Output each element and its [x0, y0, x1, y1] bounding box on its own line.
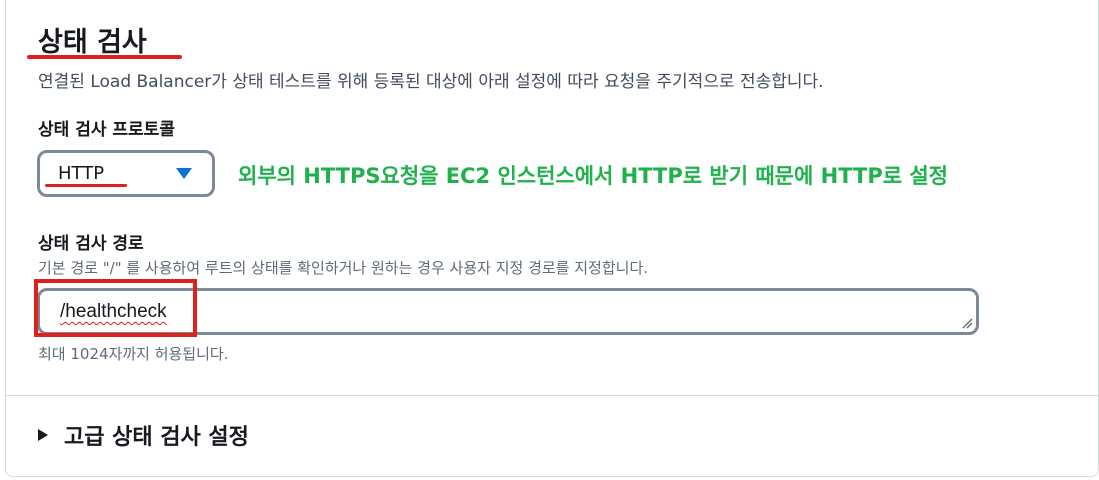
path-label: 상태 검사 경로	[38, 234, 144, 254]
section-description: 연결된 Load Balancer가 상태 테스트를 위해 등록된 대상에 아래…	[38, 72, 824, 92]
path-hint: 기본 경로 "/" 를 사용하여 루트의 상태를 확인하거나 원하는 경우 사용…	[38, 259, 649, 277]
caret-down-icon	[176, 168, 192, 179]
caret-right-icon	[38, 429, 48, 441]
title-red-underline	[27, 55, 182, 59]
path-constraint: 최대 1024자까지 허용됩니다.	[38, 345, 229, 363]
path-red-highlight-box	[34, 279, 197, 337]
resize-grip-icon[interactable]	[961, 317, 973, 329]
protocol-selected-value: HTTP	[58, 163, 105, 184]
section-title: 상태 검사	[38, 27, 147, 58]
divider	[6, 395, 1099, 396]
protocol-annotation: 외부의 HTTPS요청을 EC2 인스턴스에서 HTTP로 받기 때문에 HTT…	[238, 164, 948, 188]
advanced-settings-label: 고급 상태 검사 설정	[64, 425, 249, 450]
protocol-label: 상태 검사 프로토콜	[38, 120, 175, 140]
advanced-settings-expander[interactable]: 고급 상태 검사 설정	[38, 420, 249, 450]
protocol-select[interactable]: HTTP	[37, 150, 215, 197]
protocol-red-underline	[45, 184, 127, 187]
